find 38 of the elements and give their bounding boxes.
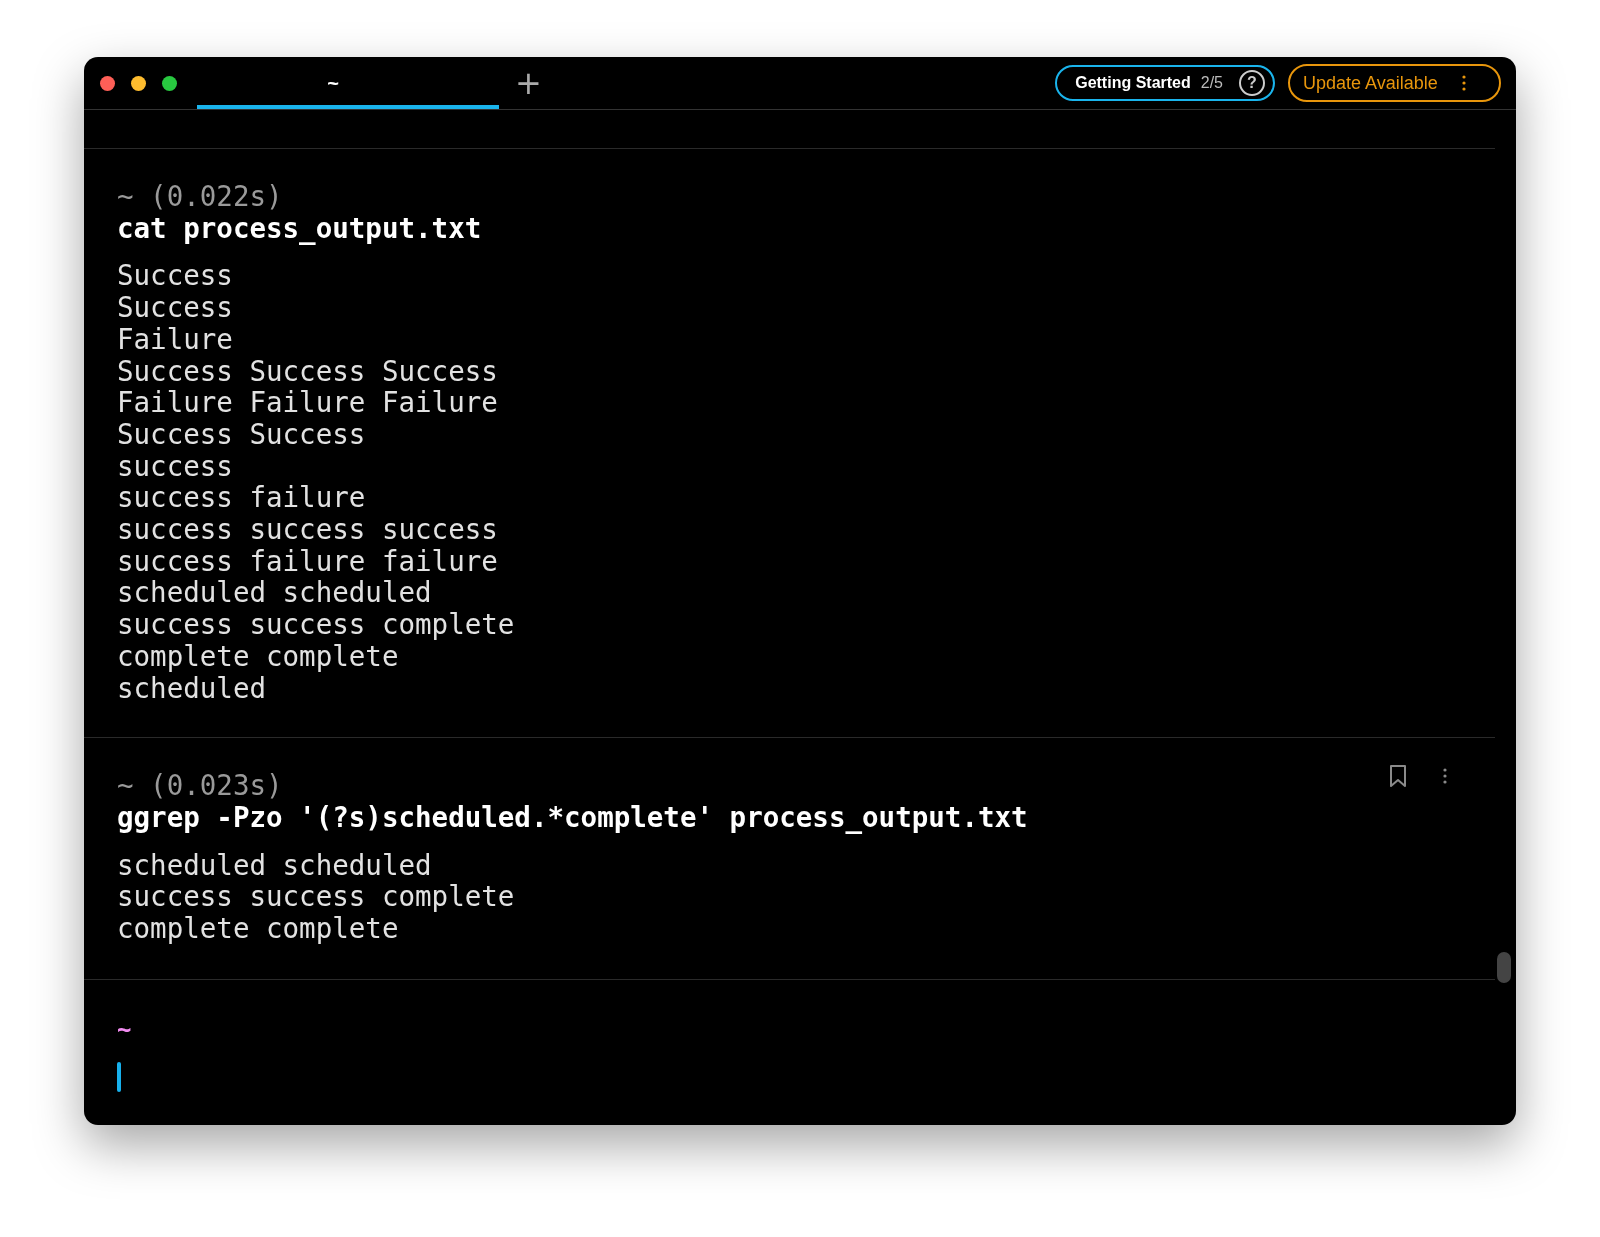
more-options-icon[interactable]	[1443, 768, 1447, 785]
output-line: success success complete	[117, 881, 515, 914]
output-line: success success success	[117, 514, 498, 546]
tab[interactable]: ~	[197, 57, 499, 109]
output-line: Success	[117, 292, 233, 324]
command-text: cat process_output.txt	[117, 212, 482, 245]
block-header: ~ (0.022s)	[117, 181, 283, 213]
output-line: success success complete	[117, 609, 515, 641]
help-icon[interactable]: ?	[1239, 70, 1265, 96]
output-line: success failure	[117, 482, 366, 515]
bookmark-icon[interactable]	[1389, 764, 1407, 789]
more-options-icon[interactable]	[1461, 75, 1466, 91]
text-cursor[interactable]	[117, 1061, 121, 1092]
output-line: complete complete	[117, 913, 399, 945]
update-label: Update Available	[1303, 72, 1438, 94]
output-line: scheduled scheduled	[117, 849, 432, 882]
new-tab-button[interactable]: +	[511, 67, 546, 99]
getting-started-label: Getting Started	[1075, 74, 1191, 92]
getting-started-button[interactable]: Getting Started 2/5 ?	[1055, 65, 1275, 101]
output-line: complete complete	[117, 640, 399, 673]
output-line: Success Success Success	[117, 355, 498, 388]
close-button[interactable]	[100, 75, 115, 91]
zoom-button[interactable]	[162, 75, 177, 91]
update-available-button[interactable]: Update Available	[1288, 64, 1501, 102]
output-line: Failure Failure Failure	[117, 387, 498, 419]
output-line: scheduled	[117, 672, 266, 705]
scrollbar-thumb[interactable]	[1497, 952, 1511, 983]
output-line: Failure	[117, 323, 233, 356]
output-line: scheduled scheduled	[117, 577, 432, 610]
block-header: ~ (0.023s)	[117, 770, 283, 802]
command-text: ggrep -Pzo '(?s)scheduled.*complete' process_output.txt	[117, 801, 1028, 834]
output-line: success failure failure	[117, 545, 498, 578]
prompt-directory: ~	[117, 1017, 132, 1042]
output-line: Success	[117, 260, 233, 293]
progress-count: 2/5	[1200, 74, 1223, 92]
minimize-button[interactable]	[131, 75, 146, 91]
output-line: Success Success	[117, 418, 366, 451]
output-line: success	[117, 450, 233, 483]
